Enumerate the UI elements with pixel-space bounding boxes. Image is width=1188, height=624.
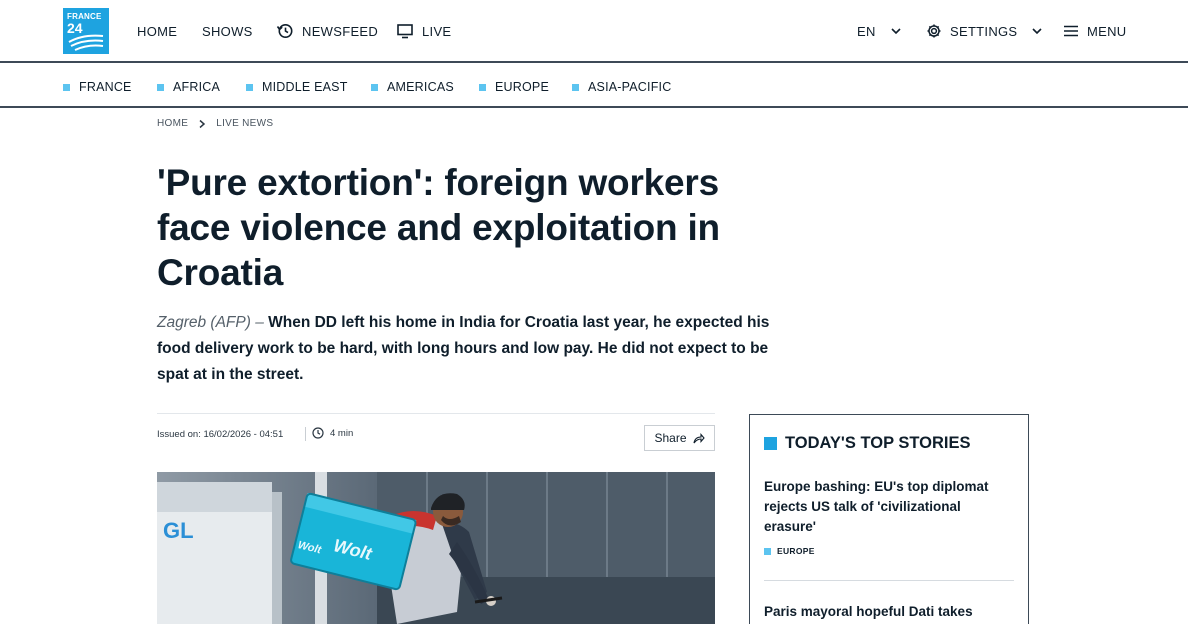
story-category-tag[interactable]: EUROPE xyxy=(764,546,815,556)
read-time: 4 min xyxy=(312,427,353,439)
issued-date: Issued on: 16/02/2026 - 04:51 xyxy=(157,429,284,440)
breadcrumb: HOME LIVE NEWS xyxy=(157,118,273,129)
region-label: ASIA-PACIFIC xyxy=(588,80,672,94)
share-arrow-icon xyxy=(692,432,705,443)
share-button[interactable]: Share xyxy=(644,425,715,451)
nav-home-link[interactable]: HOME xyxy=(137,23,177,39)
menu-label: MENU xyxy=(1087,23,1127,39)
chevron-down-icon xyxy=(891,28,901,35)
article-lede: Zagreb (AFP) – When DD left his home in … xyxy=(157,310,797,388)
nav-live-link[interactable]: LIVE xyxy=(396,23,451,39)
region-marker xyxy=(157,83,164,91)
meta-divider xyxy=(305,427,306,441)
region-link-americas[interactable]: AMERICAS xyxy=(371,80,454,94)
region-marker xyxy=(63,83,70,91)
menu-button[interactable]: MENU xyxy=(1063,23,1126,39)
region-marker xyxy=(371,83,378,91)
region-navigation-bar: FRANCE AFRICA MIDDLE EAST AMERICAS EUROP… xyxy=(0,65,1188,108)
region-link-asia-pacific[interactable]: ASIA-PACIFIC xyxy=(572,80,671,94)
france24-logo[interactable]: FRANCE 24 xyxy=(63,8,109,54)
van-lettering: GL xyxy=(163,518,194,543)
history-icon xyxy=(276,24,293,38)
region-label: AFRICA xyxy=(173,80,221,94)
gear-icon xyxy=(927,24,941,38)
region-marker xyxy=(479,83,486,91)
region-link-middle-east[interactable]: MIDDLE EAST xyxy=(246,80,348,94)
region-link-france[interactable]: FRANCE xyxy=(63,80,132,94)
nav-newsfeed-label: NEWSFEED xyxy=(302,23,379,39)
article-photo: GL Wolt Wolt xyxy=(157,472,715,624)
hamburger-menu-icon xyxy=(1064,25,1078,37)
region-link-africa[interactable]: AFRICA xyxy=(157,80,220,94)
top-stories-sidebar: TODAY'S TOP STORIES Europe bashing: EU's… xyxy=(749,414,1029,624)
breadcrumb-current-link[interactable]: LIVE NEWS xyxy=(216,118,273,129)
top-navigation-bar: FRANCE 24 HOME SHOWS NEWSFEED LIVE EN SE… xyxy=(0,0,1188,63)
region-label: EUROPE xyxy=(495,80,549,94)
article-meta-row: Issued on: 16/02/2026 - 04:51 4 min Shar… xyxy=(157,413,715,453)
read-time-label: 4 min xyxy=(330,427,354,439)
top-story-link[interactable]: Paris mayoral hopeful Dati takes xyxy=(764,602,1014,622)
region-marker xyxy=(246,83,253,91)
nav-home-label: HOME xyxy=(137,23,178,39)
tv-icon xyxy=(397,24,413,39)
share-label: Share xyxy=(654,431,687,445)
chevron-right-icon xyxy=(199,119,206,128)
top-stories-title: TODAY'S TOP STORIES xyxy=(785,434,971,452)
nav-shows-label: SHOWS xyxy=(202,23,253,39)
logo-text-number: 24 xyxy=(67,20,83,36)
language-label: EN xyxy=(857,23,876,39)
tag-marker xyxy=(764,547,771,555)
nav-newsfeed-link[interactable]: NEWSFEED xyxy=(276,23,378,39)
nav-shows-link[interactable]: SHOWS xyxy=(202,23,253,39)
heading-marker xyxy=(764,437,777,450)
chevron-down-icon xyxy=(1032,28,1042,35)
clock-icon xyxy=(312,427,324,439)
nav-live-label: LIVE xyxy=(422,23,452,39)
top-story-link[interactable]: Europe bashing: EU's top diplomat reject… xyxy=(764,477,1014,537)
breadcrumb-home-link[interactable]: HOME xyxy=(157,118,188,129)
region-label: MIDDLE EAST xyxy=(262,80,348,94)
article-headline: 'Pure extortion': foreign workers face v… xyxy=(157,162,720,293)
region-link-europe[interactable]: EUROPE xyxy=(479,80,549,94)
top-stories-heading: TODAY'S TOP STORIES xyxy=(764,434,971,453)
region-label: AMERICAS xyxy=(387,80,454,94)
region-label: FRANCE xyxy=(79,80,132,94)
settings-dropdown[interactable]: SETTINGS xyxy=(926,23,1043,39)
language-selector[interactable]: EN xyxy=(857,23,902,39)
story-category-label: EUROPE xyxy=(777,546,815,556)
article-dateline: Zagreb (AFP) – xyxy=(157,314,264,331)
region-marker xyxy=(572,83,579,91)
story-divider xyxy=(764,580,1014,581)
delivery-rider-photo: GL Wolt Wolt xyxy=(157,472,715,624)
settings-label: SETTINGS xyxy=(950,23,1018,39)
